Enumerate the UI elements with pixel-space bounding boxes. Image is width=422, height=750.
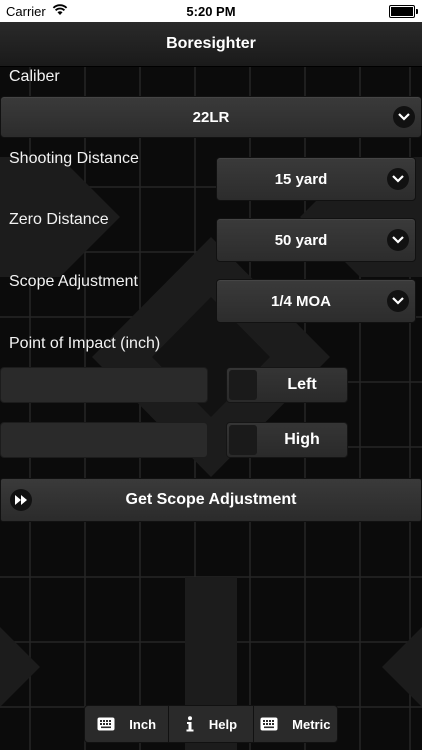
shooting-distance-dropdown[interactable]: 15 yard	[216, 157, 416, 201]
tab-inch[interactable]: Inch	[85, 706, 170, 742]
chevron-down-icon	[387, 168, 409, 190]
scope-adjustment-value: 1/4 MOA	[270, 292, 331, 310]
caliber-dropdown[interactable]: 22LR	[0, 96, 422, 138]
horizontal-direction-toggle[interactable]: Left	[226, 367, 348, 403]
scope-adjustment-dropdown[interactable]: 1/4 MOA	[216, 279, 416, 323]
get-scope-adjustment-label: Get Scope Adjustment	[125, 491, 297, 508]
checkbox	[229, 370, 257, 400]
chevron-down-icon	[393, 106, 415, 128]
vertical-offset-input[interactable]	[0, 422, 208, 458]
page-title: Boresighter	[166, 35, 256, 52]
status-bar: Carrier 5:20 PM	[0, 0, 422, 22]
keyboard-icon	[97, 717, 115, 731]
chevron-down-icon	[387, 229, 409, 251]
battery-icon	[389, 5, 418, 18]
caliber-value: 22LR	[192, 108, 230, 126]
scope-adjustment-label: Scope Adjustment	[9, 273, 138, 290]
vertical-direction-label: High	[284, 431, 320, 448]
chevron-down-icon	[387, 290, 409, 312]
navigation-bar: Boresighter	[0, 22, 422, 67]
tab-metric[interactable]: Metric	[254, 706, 337, 742]
bottom-toolbar: Inch Help Metric	[84, 705, 338, 743]
clock: 5:20 PM	[186, 4, 236, 19]
horizontal-offset-input[interactable]	[0, 367, 208, 403]
zero-distance-value: 50 yard	[274, 231, 328, 249]
vertical-direction-toggle[interactable]: High	[226, 422, 348, 458]
tab-help-label: Help	[208, 716, 238, 732]
info-icon	[185, 716, 195, 732]
keyboard-icon	[260, 717, 278, 731]
tab-help[interactable]: Help	[169, 706, 254, 742]
checkbox	[229, 425, 257, 455]
shooting-distance-label: Shooting Distance	[9, 150, 139, 167]
zero-distance-label: Zero Distance	[9, 211, 109, 228]
shooting-distance-value: 15 yard	[274, 170, 328, 188]
get-scope-adjustment-button[interactable]: Get Scope Adjustment	[0, 478, 422, 522]
tab-metric-label: Metric	[292, 716, 331, 732]
zero-distance-dropdown[interactable]: 50 yard	[216, 218, 416, 262]
tab-inch-label: Inch	[129, 716, 157, 732]
point-of-impact-label: Point of Impact (inch)	[9, 335, 161, 352]
caliber-label: Caliber	[9, 68, 60, 85]
horizontal-direction-label: Left	[287, 376, 317, 393]
